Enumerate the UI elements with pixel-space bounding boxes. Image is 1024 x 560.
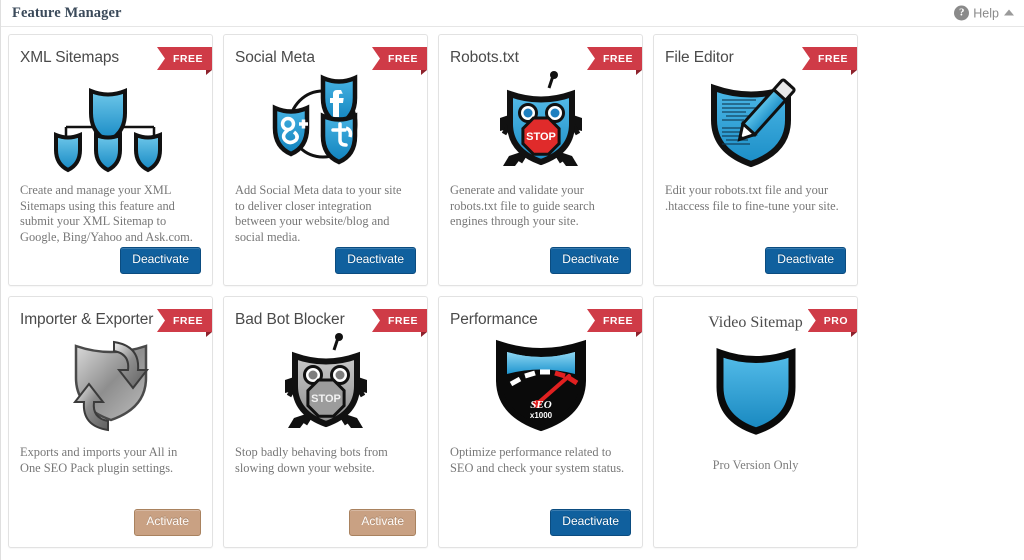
feature-card-importer-exporter: FREE Importer & Exporter Exports and imp…	[8, 296, 213, 548]
caret-up-icon	[1004, 9, 1014, 16]
card-action-row: Deactivate	[550, 247, 631, 274]
help-label: Help	[973, 6, 999, 20]
feature-card-video-sitemap: PRO Video Sitemap Pro Version Only	[653, 296, 858, 548]
shield-plain-icon	[654, 336, 857, 446]
page-header: Feature Manager ? Help	[1, 0, 1024, 27]
speedometer-shield-icon: SEO x1000	[439, 327, 642, 445]
ribbon-badge: FREE	[156, 309, 212, 332]
card-description: Exports and imports your All in One SEO …	[20, 445, 178, 475]
card-action-row: Activate	[134, 509, 201, 536]
feature-card-bad-bot-blocker: FREE Bad Bot Blocker STOP Stop badly beh…	[223, 296, 428, 548]
ribbon-badge: FREE	[156, 47, 212, 70]
card-action-row: Deactivate	[335, 247, 416, 274]
pro-version-note: Pro Version Only	[712, 458, 799, 472]
svg-text:x1000: x1000	[529, 411, 552, 420]
ribbon-fold	[636, 332, 642, 337]
robot-stop-shield-gray-icon: STOP	[224, 327, 427, 445]
svg-text:STOP: STOP	[311, 393, 341, 405]
card-description: Stop badly behaving bots from slowing do…	[235, 445, 388, 475]
feature-card-performance: FREE Performance SEO x1000 Optimize perf…	[438, 296, 643, 548]
question-circle-icon: ?	[954, 5, 970, 21]
card-description: Optimize performance related to SEO and …	[450, 445, 625, 475]
ribbon-badge: FREE	[371, 47, 427, 70]
card-action-row: Activate	[349, 509, 416, 536]
ribbon-fold	[421, 332, 427, 337]
ribbon-fold	[206, 332, 212, 337]
feature-manager-page: Feature Manager ? Help FREE XML Sitemaps	[0, 0, 1024, 560]
ribbon-fold	[421, 70, 427, 75]
help-toggle-button[interactable]: ? Help	[954, 5, 1014, 21]
feature-card-social-meta: FREE Social Meta Add Social Meta data to…	[223, 34, 428, 286]
ribbon-fold	[206, 70, 212, 75]
card-description: Create and manage your XML Sitemaps usin…	[20, 183, 193, 244]
sitemap-shields-icon	[9, 65, 212, 183]
shield-pencil-icon	[654, 65, 857, 183]
card-description: Edit your robots.txt file and your .htac…	[665, 183, 839, 213]
svg-text:SEO: SEO	[530, 399, 551, 411]
activate-button[interactable]: Activate	[134, 509, 201, 536]
page-title: Feature Manager	[12, 4, 122, 21]
card-action-row: Deactivate	[765, 247, 846, 274]
feature-card-file-editor: FREE File Editor Edit your robots.txt fi…	[653, 34, 858, 286]
feature-card-xml-sitemaps: FREE XML Sitemaps Create and manage your…	[8, 34, 213, 286]
card-action-row: Deactivate	[120, 247, 201, 274]
social-shields-icon	[224, 65, 427, 183]
deactivate-button[interactable]: Deactivate	[550, 509, 631, 536]
ribbon-badge: FREE	[801, 47, 857, 70]
ribbon-fold	[851, 70, 857, 75]
ribbon-fold	[636, 70, 642, 75]
card-description: Generate and validate your robots.txt fi…	[450, 183, 595, 229]
ribbon-badge: FREE	[586, 309, 642, 332]
robot-stop-shield-icon: STOP	[439, 65, 642, 183]
shield-sync-arrows-icon	[9, 327, 212, 445]
deactivate-button[interactable]: Deactivate	[765, 247, 846, 274]
activate-button[interactable]: Activate	[349, 509, 416, 536]
deactivate-button[interactable]: Deactivate	[120, 247, 201, 274]
feature-card-robots-txt: FREE Robots.txt STOP Generate and valida…	[438, 34, 643, 286]
deactivate-button[interactable]: Deactivate	[550, 247, 631, 274]
card-action-row: Deactivate	[550, 509, 631, 536]
card-description: Add Social Meta data to your site to del…	[235, 183, 402, 244]
deactivate-button[interactable]: Deactivate	[335, 247, 416, 274]
ribbon-badge: FREE	[371, 309, 427, 332]
feature-card-grid: FREE XML Sitemaps Create and manage your…	[1, 27, 1024, 548]
ribbon-fold	[851, 332, 857, 337]
ribbon-badge: FREE	[586, 47, 642, 70]
svg-text:STOP: STOP	[526, 131, 556, 143]
